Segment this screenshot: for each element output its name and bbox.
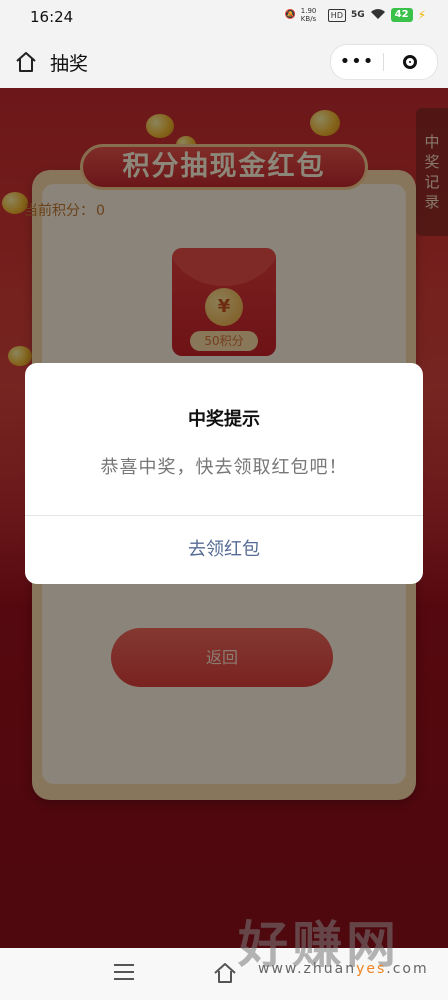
claim-red-envelope-button[interactable]: 去领红包 bbox=[25, 516, 423, 584]
signal-5g: 5G bbox=[350, 10, 365, 20]
mini-program-capsule: ••• bbox=[330, 44, 438, 80]
status-bar: 16:24 🔕 1.90 KB/s HD 5G 42 ⚡ bbox=[0, 0, 448, 36]
bell-off-icon: 🔕 bbox=[284, 10, 296, 20]
dialog-message: 恭喜中奖，快去领取红包吧！ bbox=[100, 457, 348, 478]
watermark-url-prefix: www.zhuan bbox=[258, 961, 357, 977]
watermark-url-accent: yes bbox=[356, 961, 387, 977]
watermark-url-suffix: .com bbox=[386, 961, 429, 977]
more-dots-icon[interactable]: ••• bbox=[331, 45, 383, 79]
site-watermark: 好赚网 www.zhuanyes.com bbox=[238, 905, 438, 980]
wifi-icon bbox=[370, 8, 386, 23]
status-time: 16:24 bbox=[30, 8, 74, 26]
prize-dialog: 中奖提示 恭喜中奖，快去领取红包吧！ 去领红包 bbox=[25, 363, 423, 584]
dialog-title: 中奖提示 bbox=[188, 409, 260, 430]
battery-indicator: 42 bbox=[390, 8, 413, 22]
page-title: 抽奖 bbox=[50, 53, 89, 75]
home-icon[interactable] bbox=[14, 50, 38, 74]
charging-icon: ⚡ bbox=[417, 8, 426, 22]
nav-bar: 抽奖 ••• bbox=[0, 36, 448, 88]
home-outline-icon[interactable] bbox=[212, 960, 238, 986]
hd-badge: HD bbox=[327, 8, 346, 22]
network-speed: 1.90 KB/s bbox=[300, 7, 317, 23]
watermark-url: www.zhuanyes.com bbox=[258, 961, 429, 977]
menu-icon[interactable] bbox=[114, 964, 134, 982]
status-icons: 🔕 1.90 KB/s HD 5G 42 ⚡ bbox=[285, 7, 426, 23]
target-circle-icon[interactable] bbox=[384, 55, 436, 69]
